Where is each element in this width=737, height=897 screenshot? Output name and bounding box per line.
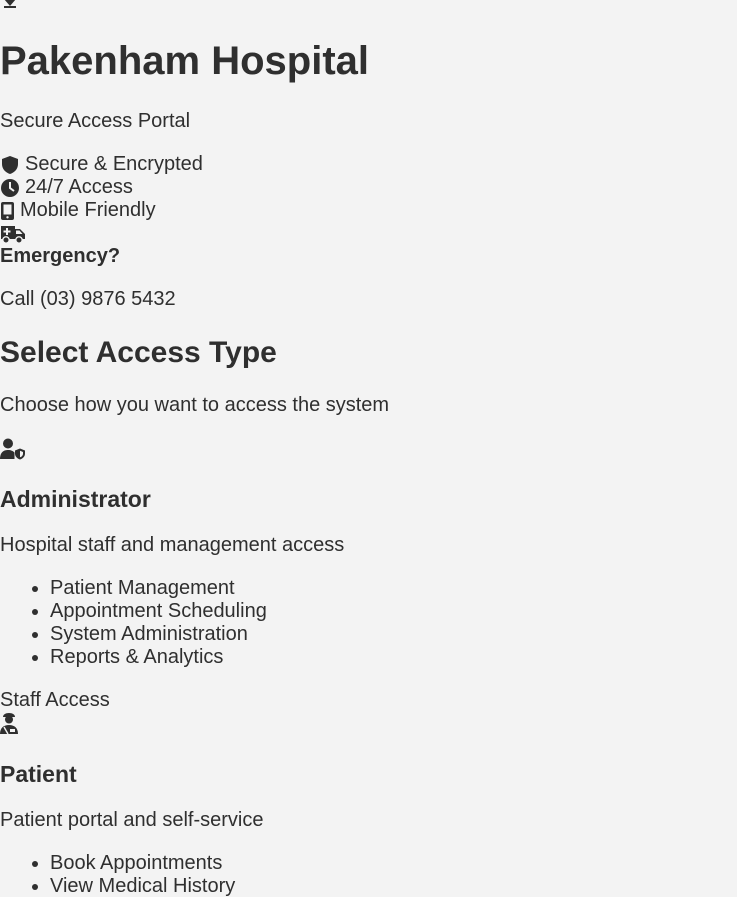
access-type-subtitle: Choose how you want to access the system <box>0 394 390 416</box>
hospital-name: Pakenham Hospital <box>0 39 370 83</box>
card-feature-list: Patient Management Appointment Schedulin… <box>0 577 267 669</box>
portal-subtitle: Secure Access Portal <box>0 110 191 132</box>
feature-label: 24/7 Access <box>25 176 133 198</box>
card-title: Patient <box>0 761 77 787</box>
list-item: System Administration <box>50 623 267 646</box>
access-type-title: Select Access Type <box>0 336 277 369</box>
emergency-title: Emergency? <box>0 245 121 267</box>
user-shield-icon <box>0 438 26 466</box>
list-item: Reports & Analytics <box>50 646 267 669</box>
feature-label: Mobile Friendly <box>20 199 156 221</box>
feature-label: Secure & Encrypted <box>25 153 203 175</box>
shield-icon <box>0 155 20 175</box>
feature-mobile: Mobile Friendly <box>0 199 156 222</box>
mobile-icon <box>0 201 15 221</box>
card-description: Patient portal and self-service <box>0 809 264 831</box>
feature-secure: Secure & Encrypted <box>0 153 203 176</box>
staff-access-button[interactable]: Staff Access <box>0 689 110 712</box>
card-description: Hospital staff and management access <box>0 534 345 556</box>
user-injured-icon <box>0 713 18 741</box>
list-item: View Medical History <box>50 875 235 897</box>
feature-access: 24/7 Access <box>0 176 133 199</box>
list-item: Appointment Scheduling <box>50 600 267 623</box>
card-title: Administrator <box>0 486 151 512</box>
card-feature-list: Book Appointments View Medical History <box>0 852 235 897</box>
arrow-down-icon <box>2 0 18 8</box>
list-item: Patient Management <box>50 577 267 600</box>
emergency-phone[interactable]: Call (03) 9876 5432 <box>0 288 176 311</box>
list-item: Book Appointments <box>50 852 235 875</box>
clock-icon <box>0 178 20 198</box>
